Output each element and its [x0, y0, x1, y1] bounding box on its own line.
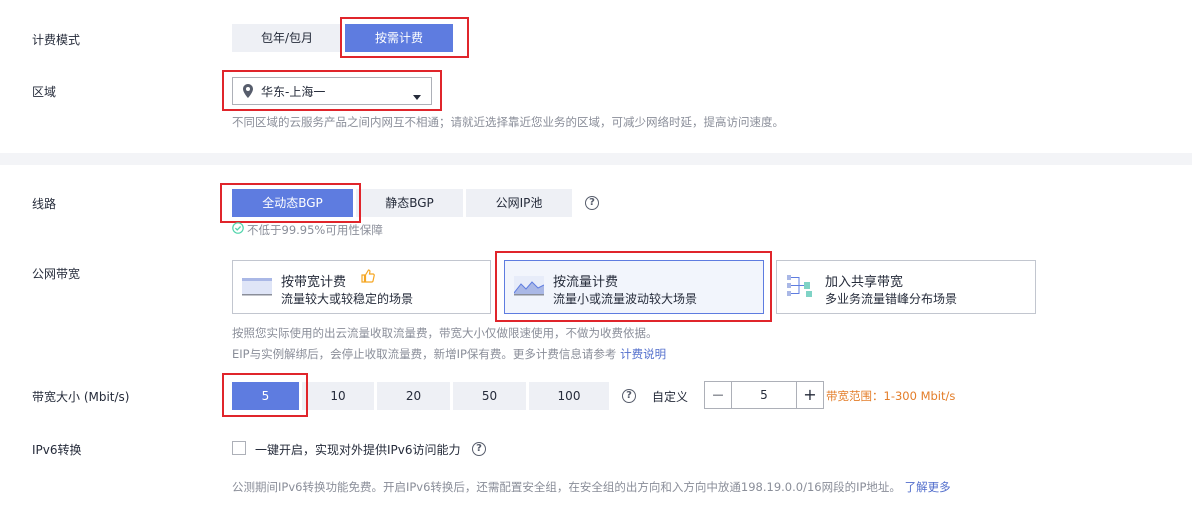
card-subtitle: 流量小或流量波动较大场景 — [553, 292, 698, 306]
bandwidth-option-5[interactable]: 5 — [232, 382, 299, 410]
check-circle-icon — [232, 222, 244, 237]
stepper-minus-button[interactable]: — — [705, 382, 732, 408]
line-option-static-bgp[interactable]: 静态BGP — [356, 189, 463, 217]
bandwidth-hint-2-text: EIP与实例解绑后，会停止收取流量费，新增IP保有费。更多计费信息请参考 — [232, 347, 617, 361]
ipv6-hint: 公测期间IPv6转换功能免费。开启IPv6转换后，还需配置安全组，在安全组的出方… — [232, 479, 951, 495]
bandwidth-hint-2: EIP与实例解绑后，会停止收取流量费，新增IP保有费。更多计费信息请参考 计费说… — [232, 346, 666, 362]
bandwidth-option-50[interactable]: 50 — [453, 382, 526, 410]
card-subtitle: 多业务流量错峰分布场景 — [825, 292, 958, 306]
ipv6-label: IPv6转换 — [32, 443, 82, 457]
bandwidth-card-by-traffic[interactable]: 按流量计费 流量小或流量波动较大场景 — [504, 260, 764, 314]
bandwidth-range-text: 带宽范围：1-300 Mbit/s — [826, 389, 956, 403]
stepper-value-input[interactable]: 5 — [732, 382, 796, 408]
bandwidth-option-10[interactable]: 10 — [302, 382, 374, 410]
thumbs-up-icon — [361, 269, 375, 286]
region-value: 华东-上海一 — [261, 85, 326, 99]
bandwidth-size-label: 带宽大小 (Mbit/s) — [32, 390, 130, 404]
custom-label: 自定义 — [652, 390, 689, 404]
bandwidth-stepper: — 5 + — [704, 381, 824, 409]
help-icon[interactable]: ? — [585, 196, 599, 210]
region-label: 区域 — [32, 85, 57, 99]
billing-info-link[interactable]: 计费说明 — [620, 347, 666, 361]
traffic-wave-icon — [513, 274, 545, 301]
line-option-dynamic-bgp[interactable]: 全动态BGP — [232, 189, 353, 217]
bandwidth-type-label: 公网带宽 — [32, 267, 81, 281]
chevron-down-icon — [413, 89, 421, 103]
help-icon[interactable]: ? — [622, 389, 636, 403]
bandwidth-hint-1: 按照您实际使用的出云流量收取流量费，带宽大小仅做限速使用，不做为收费依据。 — [232, 326, 658, 340]
card-title: 按带宽计费 — [281, 275, 347, 290]
bandwidth-chart-icon — [242, 274, 272, 301]
card-title: 按流量计费 — [553, 275, 619, 290]
line-option-public-ip-pool[interactable]: 公网IP池 — [466, 189, 572, 217]
bandwidth-card-by-bandwidth[interactable]: 按带宽计费 流量较大或较稳定的场景 — [232, 260, 491, 314]
card-title: 加入共享带宽 — [825, 275, 904, 290]
bandwidth-option-100[interactable]: 100 — [529, 382, 609, 410]
availability-text: 不低于99.95%可用性保障 — [247, 223, 383, 237]
section-divider — [0, 153, 1192, 165]
ipv6-hint-text: 公测期间IPv6转换功能免费。开启IPv6转换后，还需配置安全组，在安全组的出方… — [232, 480, 901, 494]
shared-bandwidth-icon — [786, 273, 814, 302]
billing-mode-label: 计费模式 — [32, 33, 81, 47]
help-icon[interactable]: ? — [472, 442, 486, 456]
card-subtitle: 流量较大或较稳定的场景 — [281, 292, 414, 306]
region-select[interactable]: 华东-上海一 — [232, 77, 432, 105]
ipv6-checkbox-label[interactable]: 一键开启，实现对外提供IPv6访问能力 — [255, 441, 461, 458]
stepper-plus-button[interactable]: + — [796, 382, 823, 408]
billing-option-yearly-monthly[interactable]: 包年/包月 — [232, 24, 342, 52]
learn-more-link[interactable]: 了解更多 — [905, 480, 951, 494]
ipv6-checkbox[interactable] — [232, 441, 246, 455]
bandwidth-card-shared[interactable]: 加入共享带宽 多业务流量错峰分布场景 — [776, 260, 1036, 314]
location-pin-icon — [243, 84, 255, 98]
bandwidth-option-20[interactable]: 20 — [377, 382, 450, 410]
billing-option-on-demand[interactable]: 按需计费 — [345, 24, 453, 52]
region-hint: 不同区域的云服务产品之间内网互不相通；请就近选择靠近您业务的区域，可减少网络时延… — [232, 115, 784, 129]
line-label: 线路 — [32, 197, 57, 211]
